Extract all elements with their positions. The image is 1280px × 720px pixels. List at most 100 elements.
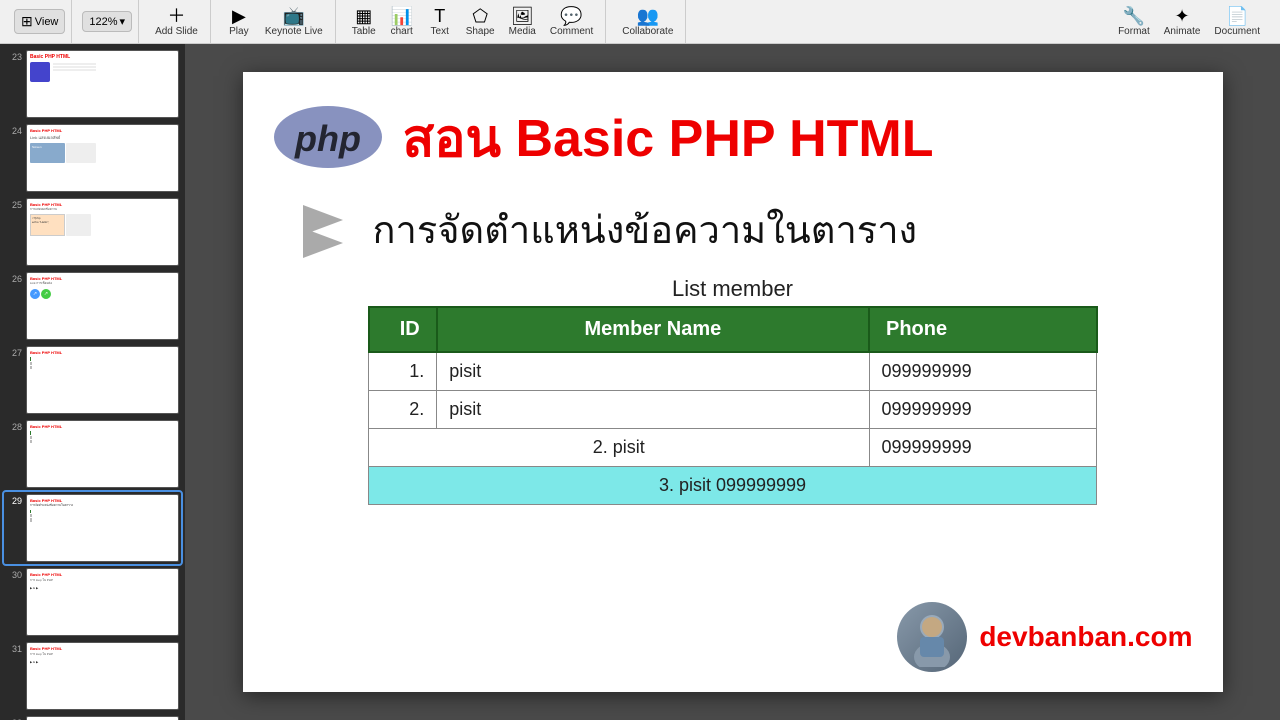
data-table: ID Member Name Phone 1. pisit 099999999 … — [368, 306, 1098, 505]
table-header-row: ID Member Name Phone — [369, 307, 1097, 352]
keynote-live-icon: 📺 — [283, 7, 305, 25]
slide-preview-26: Basic PHP HTML Link การเชื่อมต่อ ↗ ↗ — [26, 272, 179, 340]
slide-panel: 23 Basic PHP HTML 24 — [0, 44, 185, 720]
slide-num-24: 24 — [6, 124, 22, 136]
animate-icon: ✦ — [1175, 7, 1190, 25]
slide-preview-28: Basic PHP HTML — [26, 420, 179, 488]
media-button[interactable]: 🖼 Media — [503, 5, 542, 39]
table-caption: List member — [243, 276, 1223, 302]
slide-preview-24: Basic PHP HTML Link แสดงผลลัพธ์ Screen — [26, 124, 179, 192]
slide-num-28: 28 — [6, 420, 22, 432]
slide-num-29: 29 — [6, 494, 22, 506]
cell-name-2: pisit — [437, 391, 869, 429]
media-label: Media — [509, 26, 536, 37]
table-row-4: 3. pisit 099999999 — [369, 467, 1097, 505]
format-button[interactable]: 🔧 Format — [1112, 5, 1156, 39]
slide-thumb-27[interactable]: 27 Basic PHP HTML — [4, 344, 181, 416]
slide-thumb-30[interactable]: 30 Basic PHP HTML การ loop ใน PHP ▶ E ▶ — [4, 566, 181, 638]
col-header-name: Member Name — [437, 307, 869, 352]
table-label: Table — [352, 26, 376, 37]
document-label: Document — [1214, 26, 1260, 37]
comment-icon: 💬 — [560, 7, 582, 25]
slide-num-23: 23 — [6, 50, 22, 62]
slide-preview-31: Basic PHP HTML การ loop ใน PHP ▶ E ▶ — [26, 642, 179, 710]
slide-thumb-28[interactable]: 28 Basic PHP HTML — [4, 418, 181, 490]
play-button[interactable]: ▶ Play — [221, 5, 257, 39]
plus-icon: ＋ — [167, 7, 185, 25]
shape-button[interactable]: ⬠ Shape — [460, 5, 501, 39]
chart-button[interactable]: 📊 chart — [384, 5, 420, 39]
toolbar: ⊞ View 122% ▾ ＋ Add Slide ▶ Play 📺 Keyno… — [0, 0, 1280, 44]
animate-button[interactable]: ✦ Animate — [1158, 5, 1207, 39]
table-row-2: 2. pisit 099999999 — [369, 391, 1097, 429]
collaborate-button[interactable]: 👥 Collaborate — [616, 5, 679, 39]
slide-preview-29: Basic PHP HTML การจัดตำแหน่งข้อความในตาร… — [26, 494, 179, 562]
text-button[interactable]: T Text — [422, 5, 458, 39]
slide: php สอน Basic PHP HTML การจัดตำแหน่งข้อค… — [243, 72, 1223, 692]
zoom-label: 122% — [89, 16, 117, 28]
comment-button[interactable]: 💬 Comment — [544, 5, 599, 39]
svg-text:php: php — [294, 118, 361, 159]
shape-label: Shape — [466, 26, 495, 37]
keynote-live-button[interactable]: 📺 Keynote Live — [259, 5, 329, 39]
slide-thumb-31[interactable]: 31 Basic PHP HTML การ loop ใน PHP ▶ E ▶ — [4, 640, 181, 712]
cell-phone-3: 099999999 — [869, 429, 1097, 467]
play-icon: ▶ — [232, 7, 246, 25]
php-logo: php — [273, 105, 383, 170]
text-label: Text — [431, 26, 449, 37]
add-slide-button[interactable]: ＋ Add Slide — [149, 5, 204, 39]
collaborate-label: Collaborate — [622, 26, 673, 37]
main-area: 23 Basic PHP HTML 24 — [0, 44, 1280, 720]
table-row-1: 1. pisit 099999999 — [369, 352, 1097, 391]
panel-group: 🔧 Format ✦ Animate 📄 Document — [1106, 0, 1272, 43]
col-header-id: ID — [369, 307, 437, 352]
avatar — [897, 602, 967, 672]
slide-preview-25: Basic PHP HTML การแสดงผลข้อความ <?php ec… — [26, 198, 179, 266]
cell-span-3: 2. pisit — [369, 429, 870, 467]
chart-icon: 📊 — [390, 7, 412, 25]
slide-num-25: 25 — [6, 198, 22, 210]
cell-name-1: pisit — [437, 352, 869, 391]
document-button[interactable]: 📄 Document — [1208, 5, 1266, 39]
slide-thumb-29[interactable]: 29 Basic PHP HTML การจัดตำแหน่งข้อความใน… — [4, 492, 181, 564]
text-icon: T — [434, 7, 445, 25]
slide-num-30: 30 — [6, 568, 22, 580]
slide-thumb-26[interactable]: 26 Basic PHP HTML Link การเชื่อมต่อ ↗ ↗ — [4, 270, 181, 342]
zoom-group: 122% ▾ — [76, 0, 139, 43]
animate-label: Animate — [1164, 26, 1201, 37]
table-row-3: 2. pisit 099999999 — [369, 429, 1097, 467]
slide-subtitle-row: การจัดตำแหน่งข้อความในตาราง — [243, 189, 1223, 270]
play-group: ▶ Play 📺 Keynote Live — [215, 0, 336, 43]
slide-thumb-24[interactable]: 24 Basic PHP HTML Link แสดงผลลัพธ์ Scree… — [4, 122, 181, 194]
slide-num-32: 32 — [6, 716, 22, 720]
chevron-down-icon: ▾ — [120, 15, 126, 28]
play-arrow-icon — [293, 200, 353, 260]
table-icon: ▦ — [355, 7, 372, 25]
slide-preview-23: Basic PHP HTML — [26, 50, 179, 118]
view-button[interactable]: ⊞ View — [14, 9, 65, 34]
collaborate-group: 👥 Collaborate — [610, 0, 686, 43]
slide-preview-30: Basic PHP HTML การ loop ใน PHP ▶ E ▶ — [26, 568, 179, 636]
format-label: Format — [1118, 26, 1150, 37]
watermark-area: devbanban.com — [897, 602, 1192, 672]
insert-group: ▦ Table 📊 chart T Text ⬠ Shape 🖼 Media 💬… — [340, 0, 607, 43]
slide-thumb-23[interactable]: 23 Basic PHP HTML — [4, 48, 181, 120]
collaborate-icon: 👥 — [637, 7, 659, 25]
devbanban-label: devbanban.com — [979, 621, 1192, 653]
comment-label: Comment — [550, 26, 593, 37]
view-group: ⊞ View — [8, 0, 72, 43]
chart-label: chart — [391, 26, 413, 37]
slide-thumb-25[interactable]: 25 Basic PHP HTML การแสดงผลข้อความ <?php… — [4, 196, 181, 268]
add-slide-group: ＋ Add Slide — [143, 0, 211, 43]
slide-num-27: 27 — [6, 346, 22, 358]
table-button[interactable]: ▦ Table — [346, 5, 382, 39]
slide-subtitle: การจัดตำแหน่งข้อความในตาราง — [373, 199, 918, 260]
cell-phone-1: 099999999 — [869, 352, 1097, 391]
zoom-button[interactable]: 122% ▾ — [82, 11, 132, 32]
slide-num-26: 26 — [6, 272, 22, 284]
document-icon: 📄 — [1226, 7, 1248, 25]
slide-thumb-32[interactable]: 32 Basic PHP HTML Youtube การเรียนรู้ ▶ … — [4, 714, 181, 720]
cell-phone-2: 099999999 — [869, 391, 1097, 429]
person-silhouette — [902, 607, 962, 667]
slide-preview-32: Basic PHP HTML Youtube การเรียนรู้ ▶ E ▶ — [26, 716, 179, 720]
